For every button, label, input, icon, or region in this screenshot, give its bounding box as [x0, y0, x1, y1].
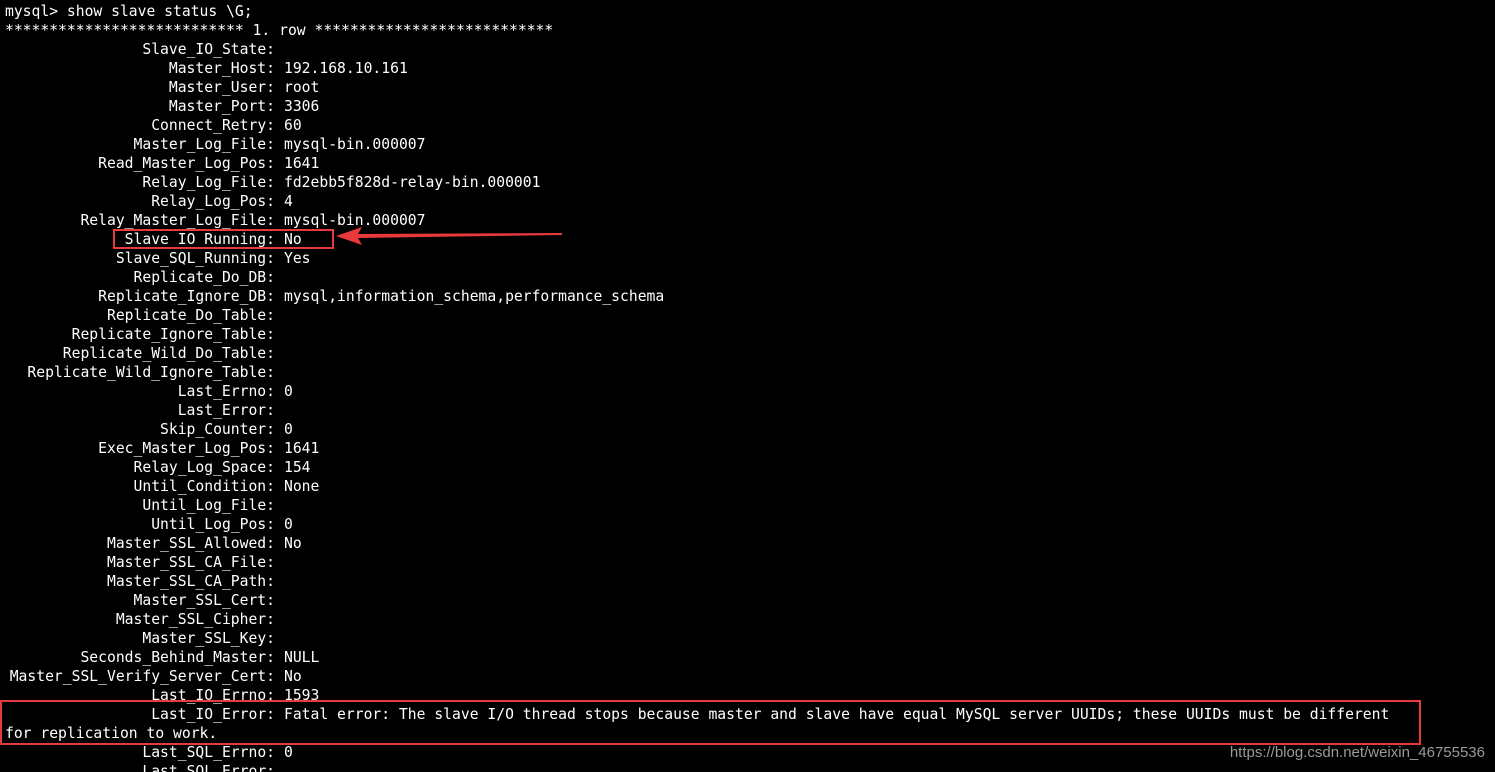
field-label-exec-master-log-pos: Exec_Master_Log_Pos:: [98, 440, 275, 457]
row-header: *************************** 1. row *****…: [5, 22, 554, 39]
field-label-relay-log-space: Relay_Log_Space:: [133, 459, 275, 476]
field-label-until-condition: Until_Condition:: [133, 478, 275, 495]
terminal-window[interactable]: mysql> show slave status \G; ***********…: [0, 0, 1495, 772]
field-label-relay-log-file: Relay_Log_File:: [142, 174, 275, 191]
field-value-relay-log-file: fd2ebb5f828d-relay-bin.000001: [284, 174, 541, 191]
annotation-arrow-icon: [336, 227, 562, 245]
field-label-master-user: Master_User:: [168, 79, 275, 96]
field-label-until-log-pos: Until_Log_Pos:: [151, 516, 275, 533]
field-value-relay-log-space: 154: [284, 459, 311, 476]
field-value-master-port: 3306: [284, 98, 320, 115]
field-label-slave-io-state: Slave_IO_State:: [142, 41, 275, 58]
field-value-replicate-ignore-db: mysql,information_schema,performance_sch…: [284, 288, 665, 305]
last-io-error-highlight-box: [0, 700, 1421, 745]
field-label-master-ssl-ca-file: Master_SSL_CA_File:: [106, 554, 275, 571]
field-label-until-log-file: Until_Log_File:: [142, 497, 275, 514]
field-label-master-port: Master_Port:: [168, 98, 275, 115]
field-label-replicate-wild-ignore-table: Replicate_Wild_Ignore_Table:: [27, 364, 275, 381]
field-value-master-ssl-allowed: No: [284, 535, 302, 552]
field-value-master-log-file: mysql-bin.000007: [284, 136, 426, 153]
watermark: https://blog.csdn.net/weixin_46755536: [1229, 744, 1485, 761]
field-label-replicate-wild-do-table: Replicate_Wild_Do_Table:: [62, 345, 275, 362]
field-label-skip-counter: Skip_Counter:: [160, 421, 275, 438]
field-label-master-log-file: Master_Log_File:: [133, 136, 275, 153]
prompt-line: mysql> show slave status \G;: [5, 3, 253, 20]
field-value-master-user: root: [284, 79, 320, 96]
field-label-master-ssl-cert: Master_SSL_Cert:: [133, 592, 275, 609]
field-value-skip-counter: 0: [284, 421, 293, 438]
field-value-seconds-behind-master: NULL: [284, 649, 320, 666]
field-label-last-errno: Last_Errno:: [177, 383, 275, 400]
field-label-slave-sql-running: Slave_SQL_Running:: [115, 250, 275, 267]
field-label-replicate-ignore-table: Replicate_Ignore_Table:: [71, 326, 275, 343]
field-label-relay-master-log-file: Relay_Master_Log_File:: [80, 212, 275, 229]
field-label-master-host: Master_Host:: [168, 60, 275, 77]
field-label-replicate-ignore-db: Replicate_Ignore_DB:: [98, 288, 275, 305]
field-value-relay-log-pos: 4: [284, 193, 293, 210]
field-value-read-master-log-pos: 1641: [284, 155, 320, 172]
field-label-replicate-do-db: Replicate_Do_DB:: [133, 269, 275, 286]
field-value-last-sql-errno: 0: [284, 744, 293, 761]
field-label-last-sql-error: Last_SQL_Error:: [142, 763, 275, 772]
field-label-seconds-behind-master: Seconds_Behind_Master:: [80, 649, 275, 666]
field-label-master-ssl-allowed: Master_SSL_Allowed:: [106, 535, 275, 552]
field-value-exec-master-log-pos: 1641: [284, 440, 320, 457]
field-value-master-host: 192.168.10.161: [284, 60, 408, 77]
field-value-last-errno: 0: [284, 383, 293, 400]
field-label-master-ssl-cipher: Master_SSL_Cipher:: [115, 611, 275, 628]
field-label-connect-retry: Connect_Retry:: [151, 117, 275, 134]
field-label-master-ssl-key: Master_SSL_Key:: [142, 630, 275, 647]
field-value-until-log-pos: 0: [284, 516, 293, 533]
field-label-last-error: Last_Error:: [177, 402, 275, 419]
field-label-read-master-log-pos: Read_Master_Log_Pos:: [98, 155, 275, 172]
field-label-replicate-do-table: Replicate_Do_Table:: [106, 307, 275, 324]
field-value-slave-sql-running: Yes: [284, 250, 311, 267]
field-value-until-condition: None: [284, 478, 320, 495]
field-label-last-sql-errno: Last_SQL_Errno:: [142, 744, 275, 761]
field-label-master-ssl-verify-server-cert: Master_SSL_Verify_Server_Cert:: [9, 668, 275, 685]
field-label-relay-log-pos: Relay_Log_Pos:: [151, 193, 275, 210]
field-value-connect-retry: 60: [284, 117, 302, 134]
field-label-master-ssl-ca-path: Master_SSL_CA_Path:: [106, 573, 275, 590]
field-value-master-ssl-verify-server-cert: No: [284, 668, 302, 685]
slave-io-running-highlight-box: [113, 229, 334, 249]
